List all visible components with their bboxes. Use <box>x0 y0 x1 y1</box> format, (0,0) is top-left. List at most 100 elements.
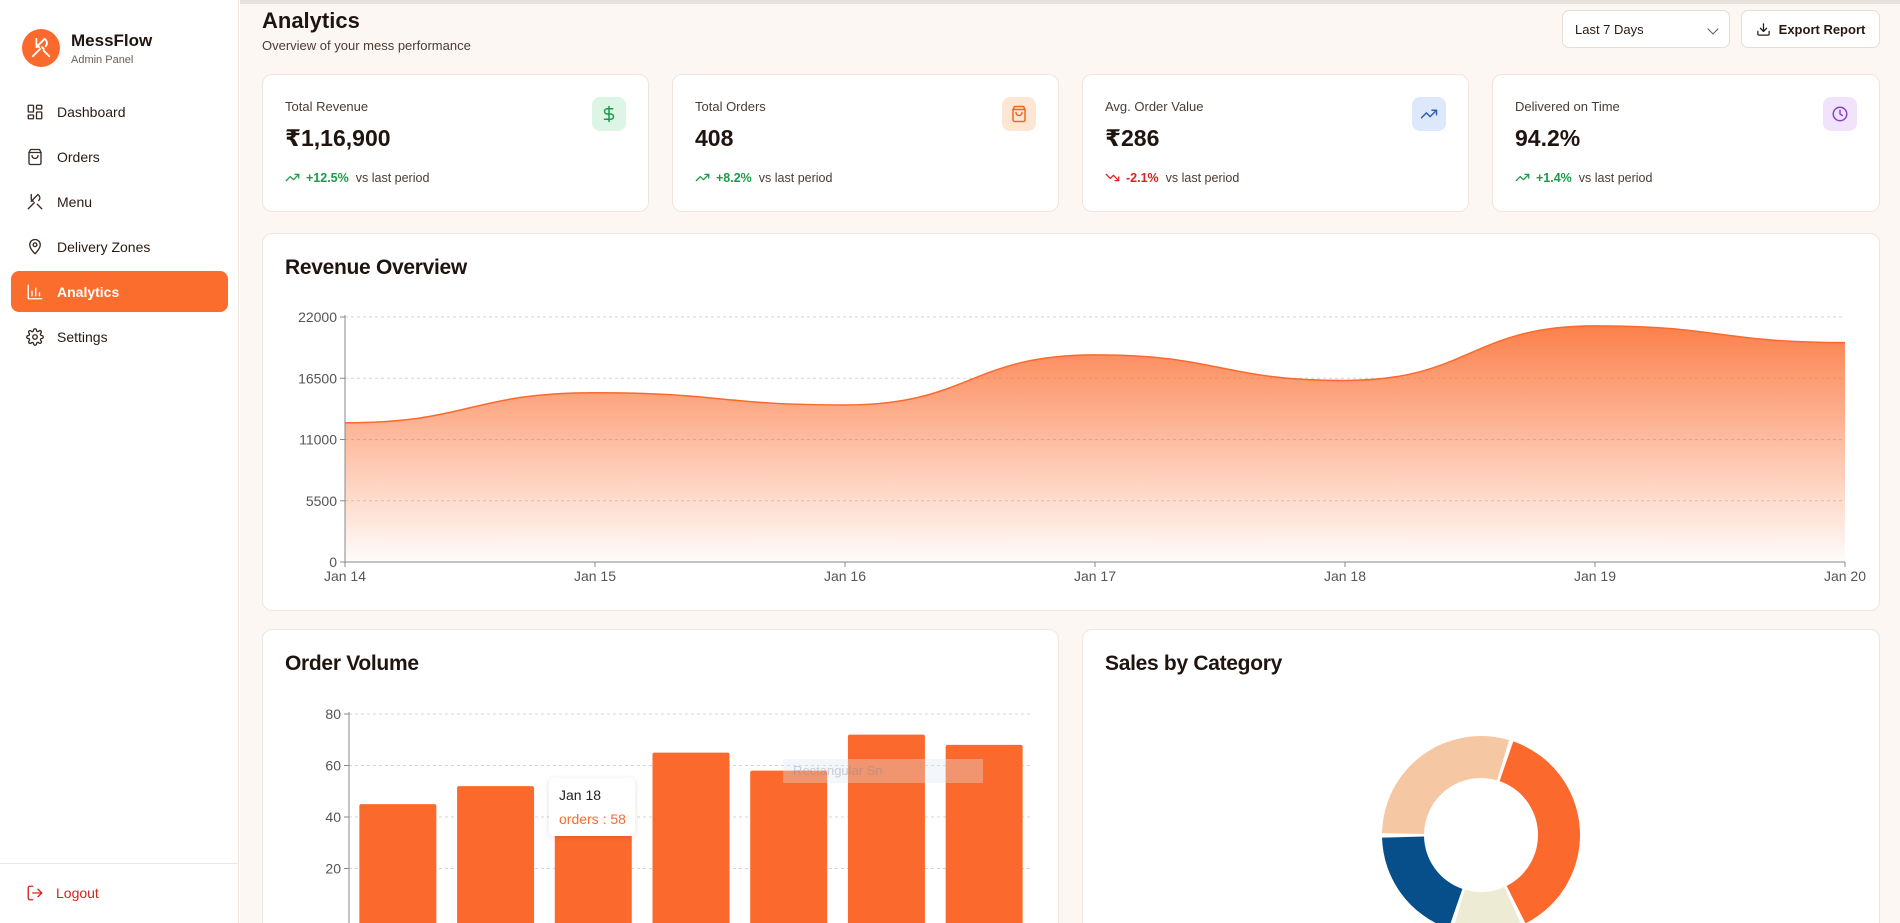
x-tick-label: Jan 14 <box>324 568 366 584</box>
stat-trend: -2.1% vs last period <box>1105 170 1239 185</box>
donut-slice <box>1499 741 1580 923</box>
stat-trend: +1.4% vs last period <box>1515 170 1652 185</box>
export-report-button[interactable]: Export Report <box>1741 10 1880 48</box>
x-tick-label: Jan 19 <box>1574 568 1616 584</box>
sales-by-category-card: Sales by Category <box>1082 629 1880 923</box>
bar <box>750 770 828 923</box>
stat-label: Total Revenue <box>285 99 369 114</box>
stat-value: ₹286 <box>1105 125 1160 151</box>
date-range-select[interactable]: Last 7 Days <box>1562 10 1730 48</box>
sidebar-item-label: Analytics <box>57 283 120 300</box>
brand[interactable]: MessFlow Admin Panel <box>22 29 152 67</box>
sidebar-item-delivery-zones[interactable]: Delivery Zones <box>11 226 228 267</box>
tooltip-label: Jan 18 <box>559 787 602 803</box>
revenue-overview-card: Revenue Overview 0 5500 11000 16500 22000 Jan… <box>262 233 1880 611</box>
trending-up-icon <box>695 173 710 182</box>
tooltip-value: orders : 58 <box>559 811 626 827</box>
sidebar-nav: Dashboard Orders Menu Delivery Zones Ana… <box>11 91 228 361</box>
grid-icon <box>27 104 43 119</box>
brand-subtitle: Admin Panel <box>71 53 134 66</box>
x-tick-label: Jan 15 <box>574 568 616 584</box>
revenue-area <box>345 325 1845 562</box>
download-icon <box>1756 22 1770 36</box>
stat-change: +12.5% <box>306 170 349 185</box>
utensils-icon <box>27 193 43 209</box>
page-title: Analytics <box>262 8 360 33</box>
y-tick-label: 20 <box>325 861 341 877</box>
utensils-logo-icon <box>22 29 60 67</box>
stat-change-suffix: vs last period <box>1165 170 1240 185</box>
stat-card-delivered-on-time: Delivered on Time 94.2% +1.4% vs last pe… <box>1492 74 1880 212</box>
donut-slice <box>1382 736 1510 834</box>
stat-change-suffix: vs last period <box>758 170 833 185</box>
stat-value: 408 <box>695 125 734 151</box>
y-tick-label: 16500 <box>298 370 337 386</box>
trending-down-icon <box>1105 173 1120 182</box>
trending-up-icon <box>1412 97 1446 131</box>
stat-change: +1.4% <box>1536 170 1572 185</box>
chevron-down-icon <box>1707 23 1719 35</box>
export-report-label: Export Report <box>1778 21 1866 37</box>
trending-up-icon <box>285 173 300 182</box>
shopping-bag-icon <box>1002 97 1036 131</box>
ghost-overlay-text: Rectangular Sn <box>793 763 883 778</box>
sidebar-item-analytics[interactable]: Analytics <box>11 271 228 312</box>
sidebar-item-label: Dashboard <box>57 103 126 120</box>
sidebar-item-label: Menu <box>57 193 93 210</box>
x-tick-label: Jan 17 <box>1074 568 1116 584</box>
x-tick-label: Jan 18 <box>1324 568 1366 584</box>
order-volume-card: Order Volume 20 40 60 80 Rectangular Sn Jan… <box>262 629 1059 923</box>
chart-tooltip: Jan 18 orders : 58 <box>549 778 635 836</box>
stat-value: ₹1,16,900 <box>285 125 391 151</box>
stat-card-total-orders: Total Orders 408 +8.2% vs last period <box>672 74 1059 212</box>
bar-chart-icon <box>27 284 43 299</box>
main-content: Analytics Overview of your mess performa… <box>240 0 1900 923</box>
page-subtitle: Overview of your mess performance <box>262 38 471 53</box>
y-tick-label: 40 <box>325 809 341 825</box>
stat-change: +8.2% <box>716 170 752 185</box>
sidebar-item-label: Orders <box>57 148 100 165</box>
y-tick-label: 80 <box>325 706 341 722</box>
gear-icon <box>26 327 44 346</box>
stat-card-total-revenue: Total Revenue ₹1,16,900 +12.5% vs last p… <box>262 74 649 212</box>
sidebar-item-label: Delivery Zones <box>57 238 151 255</box>
logout-button[interactable]: Logout <box>26 884 239 902</box>
sidebar-item-menu[interactable]: Menu <box>11 181 228 222</box>
stat-label: Avg. Order Value <box>1105 99 1204 114</box>
stat-change: -2.1% <box>1126 170 1159 185</box>
logout-icon <box>27 885 43 901</box>
bar <box>652 752 730 923</box>
stat-change-suffix: vs last period <box>1578 170 1653 185</box>
stat-label: Delivered on Time <box>1515 99 1620 114</box>
sidebar-item-orders[interactable]: Orders <box>11 136 228 177</box>
stat-value: 94.2% <box>1515 125 1581 151</box>
logout-label: Logout <box>56 885 99 901</box>
stat-trend: +12.5% vs last period <box>285 170 429 185</box>
sidebar-item-settings[interactable]: Settings <box>11 316 228 357</box>
sidebar: MessFlow Admin Panel Dashboard Orders Me… <box>0 0 239 923</box>
trending-up-icon <box>1515 173 1530 182</box>
donut-slice <box>1382 836 1463 923</box>
revenue-area-chart[interactable]: 05500110001650022000Jan 14 Jan 15 Jan 16 Ja… <box>263 234 1879 610</box>
brand-name: MessFlow <box>71 30 153 50</box>
sidebar-item-dashboard[interactable]: Dashboard <box>11 91 228 132</box>
stat-change-suffix: vs last period <box>355 170 430 185</box>
sidebar-item-label: Settings <box>57 328 108 345</box>
dollar-icon <box>592 97 626 131</box>
shopping-bag-icon <box>28 148 42 165</box>
date-range-value: Last 7 Days <box>1575 21 1644 37</box>
bar <box>457 786 535 923</box>
bar <box>359 804 437 923</box>
stat-card-avg-order-value: Avg. Order Value ₹286 -2.1% vs last peri… <box>1082 74 1469 212</box>
stat-label: Total Orders <box>695 99 766 114</box>
map-pin-icon <box>29 238 41 254</box>
x-tick-label: Jan 16 <box>824 568 866 584</box>
sales-category-donut-chart[interactable] <box>1083 630 1879 923</box>
ghost-overlay: Rectangular Sn <box>783 759 983 783</box>
sidebar-footer: Logout <box>0 863 239 902</box>
stat-trend: +8.2% vs last period <box>695 170 832 185</box>
y-tick-label: 60 <box>325 758 341 774</box>
clock-icon <box>1823 97 1857 131</box>
x-tick-label: Jan 20 <box>1824 568 1866 584</box>
y-tick-label: 5500 <box>306 493 337 509</box>
